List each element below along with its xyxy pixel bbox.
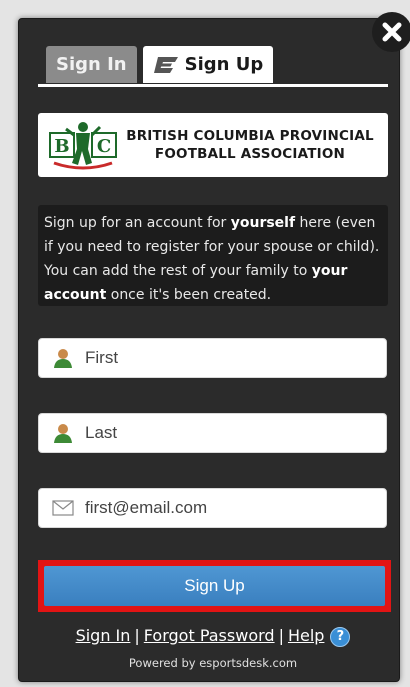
bc-football-crest-icon: B C (49, 122, 117, 170)
signup-submit-label: Sign Up (184, 576, 245, 595)
close-button[interactable] (372, 12, 410, 52)
tab-sign-in-label: Sign In (56, 54, 127, 75)
auth-tabs: Sign In Sign Up (46, 46, 274, 84)
tab-sign-up[interactable]: Sign Up (142, 46, 274, 83)
info-text-1: Sign up for an account for (44, 215, 231, 231)
help-link[interactable]: Help (288, 626, 324, 645)
email-field[interactable] (38, 488, 387, 528)
tab-sign-in[interactable]: Sign In (46, 46, 137, 83)
last-name-input[interactable] (83, 422, 386, 444)
help-icon[interactable]: ? (330, 626, 351, 647)
svg-text:C: C (97, 136, 111, 157)
envelope-icon (51, 497, 75, 519)
esportsdesk-logo-icon (153, 55, 179, 75)
email-input[interactable] (83, 497, 386, 519)
link-separator: | (278, 626, 284, 645)
close-icon (382, 22, 402, 42)
info-bold-1: yourself (230, 215, 296, 231)
signup-submit-button[interactable]: Sign Up (44, 566, 385, 606)
organization-name-line1: BRITISH COLUMBIA PROVINCIAL (126, 128, 374, 144)
svg-text:B: B (54, 136, 69, 157)
organization-name: BRITISH COLUMBIA PROVINCIAL FOOTBALL ASS… (118, 127, 388, 163)
footer-links: Sign In | Forgot Password | Help? (38, 626, 388, 647)
forgot-password-link[interactable]: Forgot Password (144, 626, 275, 645)
powered-by-text: Powered by esportsdesk.com (128, 656, 298, 670)
signup-instructions: Sign up for an account for yourself here… (38, 205, 388, 306)
tab-sign-up-label: Sign Up (184, 54, 264, 75)
person-icon (51, 422, 75, 444)
first-name-input[interactable] (83, 347, 386, 369)
info-text-3: once it's been created. (106, 287, 272, 303)
organization-banner: B C BRITISH COLUMBIA PROVINCIAL FOOTBALL… (38, 113, 388, 177)
signup-button-highlight: Sign Up (38, 560, 391, 612)
last-name-field[interactable] (38, 413, 387, 453)
sign-in-link[interactable]: Sign In (76, 626, 131, 645)
first-name-field[interactable] (38, 338, 387, 378)
person-icon (51, 347, 75, 369)
organization-name-line2: FOOTBALL ASSOCIATION (154, 146, 346, 162)
link-separator: | (134, 626, 140, 645)
tab-divider (38, 84, 388, 87)
